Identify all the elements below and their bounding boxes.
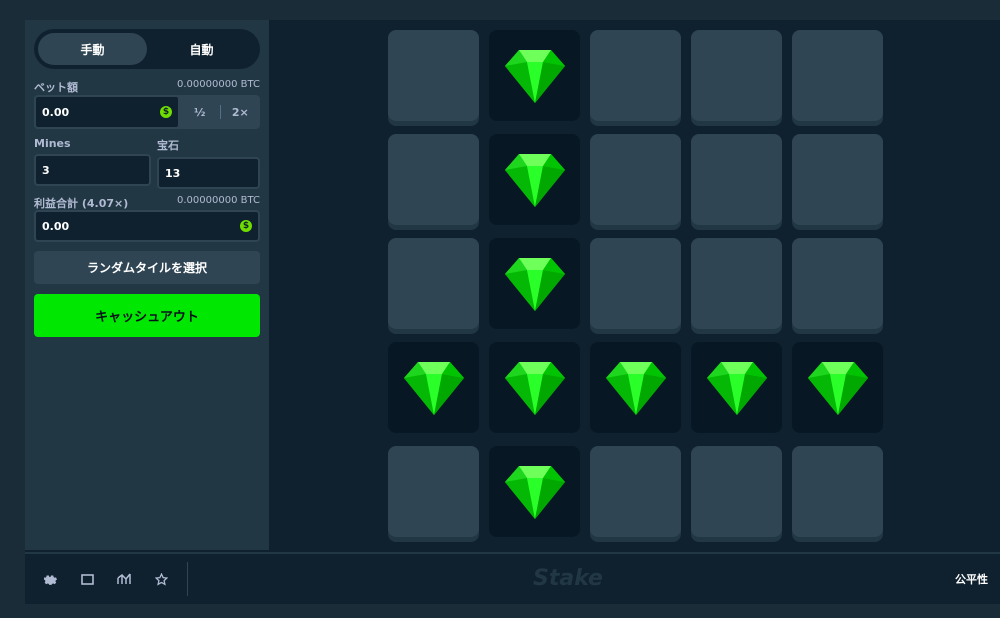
dollar-coin-icon: $ xyxy=(240,220,252,232)
mines-field: Mines 3 xyxy=(34,137,151,186)
tile-hidden[interactable] xyxy=(388,134,479,225)
stats-icon[interactable] xyxy=(116,571,132,587)
dollar-coin-icon: $ xyxy=(160,106,172,118)
mines-value: 3 xyxy=(42,163,50,177)
star-icon[interactable] xyxy=(153,571,169,587)
stake-logo: Stake xyxy=(533,566,603,591)
tile-hidden[interactable] xyxy=(388,238,479,329)
gem-icon xyxy=(504,465,565,519)
gem-icon xyxy=(403,361,464,415)
bet-amount-label-row: ベット額 0.00000000 BTC xyxy=(34,79,260,95)
fairness-button[interactable]: 公平性 xyxy=(955,571,988,587)
tile-hidden[interactable] xyxy=(388,446,479,537)
gem-icon xyxy=(504,257,565,311)
tile-gem xyxy=(489,342,580,433)
gems-value: 13 xyxy=(165,166,181,180)
manual-mode-tab[interactable]: 手動 xyxy=(38,33,147,65)
profit-value: 0.00 xyxy=(42,219,70,233)
tile-hidden[interactable] xyxy=(590,30,681,121)
profit-field: 0.00 $ xyxy=(34,210,260,242)
tile-hidden[interactable] xyxy=(792,134,883,225)
mines-grid xyxy=(388,30,884,542)
bet-balance: 0.00000000 BTC xyxy=(177,79,260,90)
profit-label-row: 利益合計 (4.07×) 0.00000000 BTC xyxy=(34,195,260,211)
gems-input[interactable]: 13 xyxy=(157,157,260,189)
bottom-edge xyxy=(0,604,1000,618)
tile-hidden[interactable] xyxy=(691,446,782,537)
profit-amount: 0.00000000 BTC xyxy=(177,195,260,206)
tile-hidden[interactable] xyxy=(691,30,782,121)
tile-gem xyxy=(489,446,580,537)
bet-controls-panel: 手動 自動 ベット額 0.00000000 BTC 0.00 $ ½ 2× Mi… xyxy=(25,20,269,550)
double-bet-button[interactable]: 2× xyxy=(221,95,261,129)
tile-hidden[interactable] xyxy=(792,30,883,121)
bet-amount-value: 0.00 xyxy=(42,105,70,119)
auto-mode-tab[interactable]: 自動 xyxy=(147,33,256,65)
profit-label: 利益合計 (4.07×) xyxy=(34,197,129,210)
gem-icon xyxy=(504,361,565,415)
tile-hidden[interactable] xyxy=(590,134,681,225)
pick-random-tile-button[interactable]: ランダムタイルを選択 xyxy=(34,251,260,284)
mines-label: Mines xyxy=(34,137,71,150)
gem-icon xyxy=(807,361,868,415)
mode-toggle: 手動 自動 xyxy=(34,29,260,69)
bet-amount-input[interactable]: 0.00 $ xyxy=(34,95,180,129)
window-icon[interactable] xyxy=(79,571,95,587)
tile-gem xyxy=(691,342,782,433)
gems-field: 宝石 13 xyxy=(157,137,260,189)
bet-amount-label: ベット額 xyxy=(34,81,78,94)
footer-divider xyxy=(187,562,188,596)
gear-icon[interactable] xyxy=(42,571,58,587)
tile-hidden[interactable] xyxy=(691,134,782,225)
gem-icon xyxy=(706,361,767,415)
mines-game: 手動 自動 ベット額 0.00000000 BTC 0.00 $ ½ 2× Mi… xyxy=(25,20,1000,604)
tile-hidden[interactable] xyxy=(691,238,782,329)
tile-hidden[interactable] xyxy=(590,446,681,537)
tile-gem xyxy=(489,30,580,121)
tile-hidden[interactable] xyxy=(792,446,883,537)
tile-hidden[interactable] xyxy=(792,238,883,329)
top-bar xyxy=(0,0,1000,20)
gems-label: 宝石 xyxy=(157,139,179,152)
half-bet-button[interactable]: ½ xyxy=(180,95,220,129)
bet-amount-group: 0.00 $ ½ 2× xyxy=(34,95,260,129)
gem-icon xyxy=(504,153,565,207)
mines-select[interactable]: 3 xyxy=(34,154,151,186)
tile-gem xyxy=(489,238,580,329)
game-footer: Stake 公平性 xyxy=(25,552,1000,604)
tile-hidden[interactable] xyxy=(590,238,681,329)
tile-gem xyxy=(590,342,681,433)
left-edge xyxy=(0,20,25,604)
cashout-button[interactable]: キャッシュアウト xyxy=(34,294,260,337)
tile-gem xyxy=(388,342,479,433)
gem-icon xyxy=(504,49,565,103)
tile-hidden[interactable] xyxy=(388,30,479,121)
gem-icon xyxy=(605,361,666,415)
tile-gem xyxy=(489,134,580,225)
tile-gem xyxy=(792,342,883,433)
